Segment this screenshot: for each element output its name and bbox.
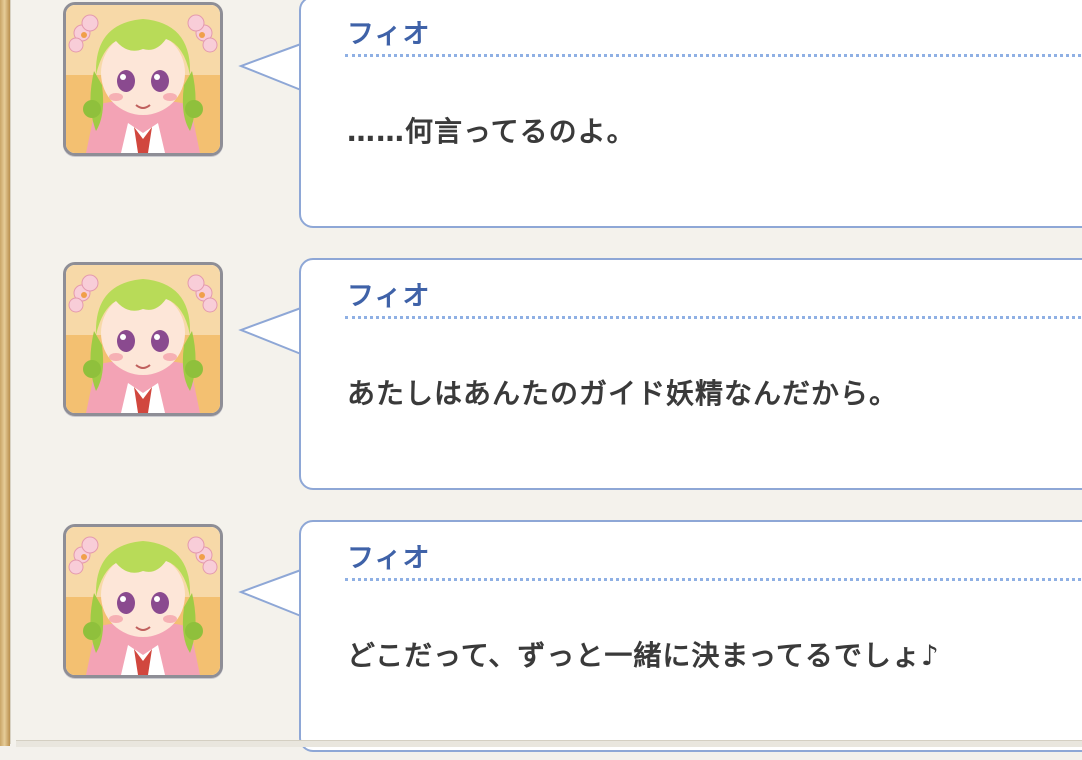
message-log-panel[interactable]: フィオ ……何言ってるのよ。 フィオ あたしはあんたのガイド妖精なんだから。 フ…	[10, 0, 1082, 752]
message-row: フィオ ……何言ってるのよ。	[11, 0, 1082, 236]
speaker-name: フィオ	[347, 19, 431, 50]
speech-bubble: フィオ あたしはあんたのガイド妖精なんだから。	[299, 258, 1082, 490]
message-text: あたしはあんたのガイド妖精なんだから。	[347, 377, 899, 410]
speaker-name: フィオ	[347, 543, 431, 574]
speech-bubble: フィオ ……何言ってるのよ。	[299, 0, 1082, 228]
window-frame-left	[0, 0, 10, 746]
fio-portrait-icon[interactable]	[63, 2, 223, 156]
name-divider	[345, 316, 1082, 319]
fio-portrait-icon[interactable]	[63, 262, 223, 416]
message-text: ……何言ってるのよ。	[347, 115, 636, 148]
name-divider	[345, 54, 1082, 57]
speaker-name: フィオ	[347, 281, 431, 312]
message-row: フィオ どこだって、ずっと一緒に決まってるでしょ♪	[11, 520, 1082, 760]
fio-portrait-icon[interactable]	[63, 524, 223, 678]
speech-tail	[238, 307, 303, 355]
speech-tail	[238, 569, 303, 617]
message-text: どこだって、ずっと一緒に決まってるでしょ♪	[347, 639, 940, 672]
speech-bubble: フィオ どこだって、ずっと一緒に決まってるでしょ♪	[299, 520, 1082, 752]
name-divider	[345, 578, 1082, 581]
message-row: フィオ あたしはあんたのガイド妖精なんだから。	[11, 258, 1082, 498]
speech-tail	[238, 43, 303, 91]
